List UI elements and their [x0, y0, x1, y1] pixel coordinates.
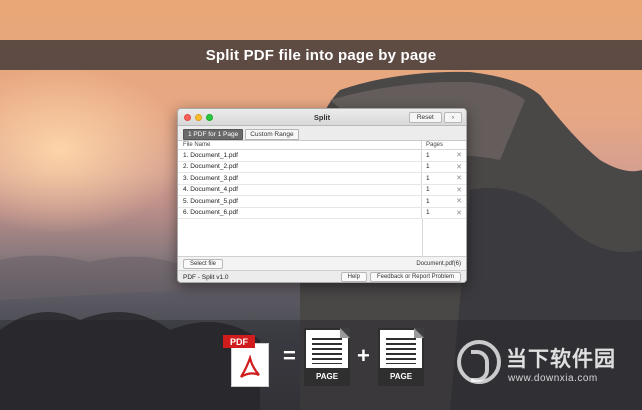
table-row[interactable]: 5. Document_5.pdf 1 ✕: [178, 196, 466, 208]
watermark-logo-icon: [457, 340, 501, 384]
table-row[interactable]: 3. Document_3.pdf 1 ✕: [178, 173, 466, 185]
page-label: PAGE: [380, 368, 422, 384]
page-icon: PAGE: [304, 328, 350, 386]
close-window-button[interactable]: [184, 113, 191, 121]
help-button[interactable]: Help: [340, 272, 367, 282]
column-divider: [422, 219, 423, 256]
file-name-cell: 4. Document_4.pdf: [178, 184, 422, 195]
file-actions-bar: Select file Document.pdf(6): [178, 257, 466, 271]
remove-row-icon[interactable]: ✕: [456, 197, 462, 205]
page-fold-corner: [414, 328, 424, 338]
reset-button[interactable]: Reset: [408, 112, 442, 123]
mode-tabs: 1 PDF for 1 Page Custom Range: [178, 126, 466, 141]
pages-cell: 1: [426, 197, 430, 205]
page-text-lines: [312, 338, 342, 364]
zoom-window-button[interactable]: [206, 113, 213, 121]
app-version-label: PDF - Split v1.0: [183, 273, 229, 281]
page-icon: PAGE: [378, 328, 424, 386]
window-titlebar[interactable]: Split Reset ›: [178, 109, 466, 126]
pages-cell: 1: [426, 174, 430, 182]
page-label: PAGE: [306, 368, 348, 384]
column-header-pages[interactable]: Pages: [422, 141, 466, 149]
selected-file-label: Document.pdf(6): [416, 260, 461, 267]
table-row[interactable]: 6. Document_6.pdf 1 ✕: [178, 207, 466, 219]
table-row[interactable]: 1. Document_1.pdf 1 ✕: [178, 150, 466, 162]
file-name-cell: 5. Document_5.pdf: [178, 196, 422, 207]
tab-1-pdf-per-page[interactable]: 1 PDF for 1 Page: [183, 129, 244, 140]
table-row[interactable]: 2. Document_2.pdf 1 ✕: [178, 161, 466, 173]
minimize-window-button[interactable]: [195, 113, 202, 121]
file-name-cell: 1. Document_1.pdf: [178, 150, 422, 161]
remove-row-icon[interactable]: ✕: [456, 186, 462, 194]
watermark-text: 当下软件园: [506, 348, 616, 371]
file-table: File Name Pages 1. Document_1.pdf 1 ✕ 2. …: [178, 141, 466, 257]
headline-banner: Split PDF file into page by page: [0, 40, 642, 70]
column-header-file-name[interactable]: File Name: [178, 141, 422, 149]
titlebar-buttons: Reset ›: [408, 112, 462, 123]
feedback-button[interactable]: Feedback or Report Problem: [369, 272, 461, 282]
pdf-label: PDF: [223, 335, 255, 348]
app-window: Split Reset › 1 PDF for 1 Page Custom Ra…: [177, 108, 467, 283]
chevron-right-icon[interactable]: ›: [443, 112, 462, 123]
file-name-cell: 6. Document_6.pdf: [178, 207, 422, 218]
table-row[interactable]: 4. Document_4.pdf 1 ✕: [178, 184, 466, 196]
traffic-lights: [184, 113, 213, 121]
tab-custom-range[interactable]: Custom Range: [245, 129, 299, 140]
watermark-url: www.downxia.com: [508, 373, 598, 384]
table-header: File Name Pages: [178, 141, 466, 150]
select-file-button[interactable]: Select file: [183, 258, 224, 269]
pages-cell: 1: [426, 163, 430, 171]
equals-sign: =: [283, 343, 296, 368]
remove-row-icon[interactable]: ✕: [456, 163, 462, 171]
remove-row-icon[interactable]: ✕: [456, 209, 462, 217]
plus-sign: +: [357, 343, 370, 368]
page-fold-corner: [340, 328, 350, 338]
window-footer: PDF - Split v1.0 Help Feedback or Report…: [178, 271, 466, 282]
file-name-cell: 3. Document_3.pdf: [178, 173, 422, 184]
pages-cell: 1: [426, 209, 430, 217]
pages-cell: 1: [426, 151, 430, 159]
headline-text: Split PDF file into page by page: [205, 46, 437, 64]
page-text-lines: [386, 338, 416, 364]
acrobat-logo-icon: [235, 353, 265, 383]
remove-row-icon[interactable]: ✕: [456, 151, 462, 159]
file-name-cell: 2. Document_2.pdf: [178, 161, 422, 172]
remove-row-icon[interactable]: ✕: [456, 174, 462, 182]
pdf-file-icon: PDF: [223, 335, 273, 387]
pages-cell: 1: [426, 186, 430, 194]
